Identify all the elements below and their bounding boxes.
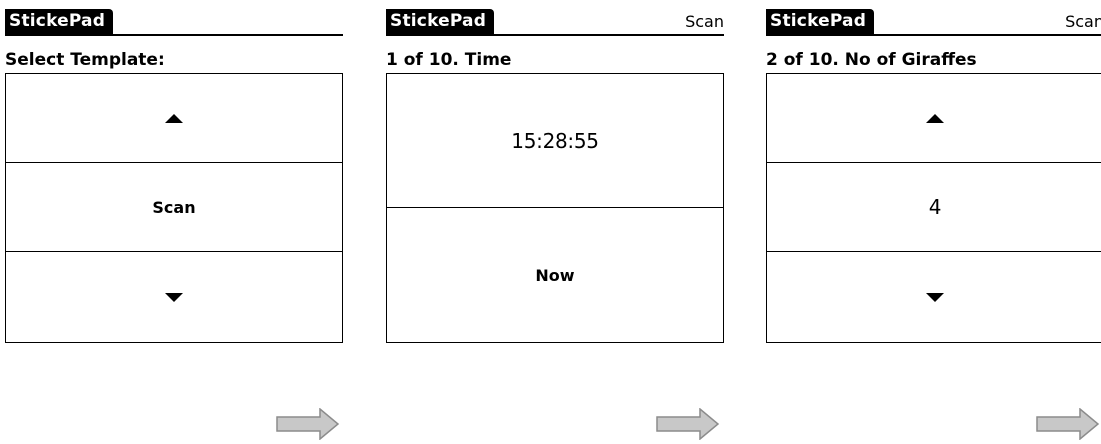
app-title: StickePad	[5, 9, 114, 34]
title-bar: StickePad Scan	[766, 6, 1101, 36]
right-arrow-icon	[656, 408, 720, 440]
right-arrow-icon	[276, 408, 340, 440]
time-field-panel: 15:28:55 Now	[386, 73, 724, 343]
down-triangle-icon	[926, 292, 944, 302]
scan-header-button[interactable]: Scan	[685, 12, 724, 32]
scan-header-button[interactable]: Scan	[1065, 12, 1101, 32]
app-title: StickePad	[766, 9, 875, 34]
screen-giraffe-count: StickePad Scan 2 of 10. No of Giraffes 4	[766, 0, 1101, 345]
up-triangle-icon	[926, 113, 944, 123]
title-bar: StickePad Scan	[386, 6, 724, 36]
increment-button[interactable]	[767, 74, 1101, 163]
down-triangle-icon	[165, 292, 183, 302]
template-scan-button[interactable]: Scan	[6, 163, 342, 252]
screen-heading: 1 of 10. Time	[386, 50, 512, 70]
up-triangle-icon	[165, 113, 183, 123]
scroll-up-button[interactable]	[6, 74, 342, 163]
screen-heading: 2 of 10. No of Giraffes	[766, 50, 977, 70]
template-label: Scan	[152, 197, 196, 217]
app-title: StickePad	[386, 9, 495, 34]
right-arrow-icon	[1036, 408, 1100, 440]
count-value: 4	[928, 195, 942, 219]
title-bar: StickePad	[5, 6, 343, 36]
screen-heading: Select Template:	[5, 50, 165, 70]
screen-select-template: StickePad Select Template: Scan	[5, 0, 343, 345]
screen-time: StickePad Scan 1 of 10. Time 15:28:55 No…	[386, 0, 724, 345]
count-value-display: 4	[767, 163, 1101, 252]
count-field-panel: 4	[766, 73, 1101, 343]
time-value: 15:28:55	[511, 128, 599, 153]
template-selector-panel: Scan	[5, 73, 343, 343]
now-button-label: Now	[535, 265, 575, 285]
time-value-display: 15:28:55	[387, 74, 723, 208]
scroll-down-button[interactable]	[6, 252, 342, 342]
decrement-button[interactable]	[767, 252, 1101, 342]
now-button[interactable]: Now	[387, 208, 723, 342]
